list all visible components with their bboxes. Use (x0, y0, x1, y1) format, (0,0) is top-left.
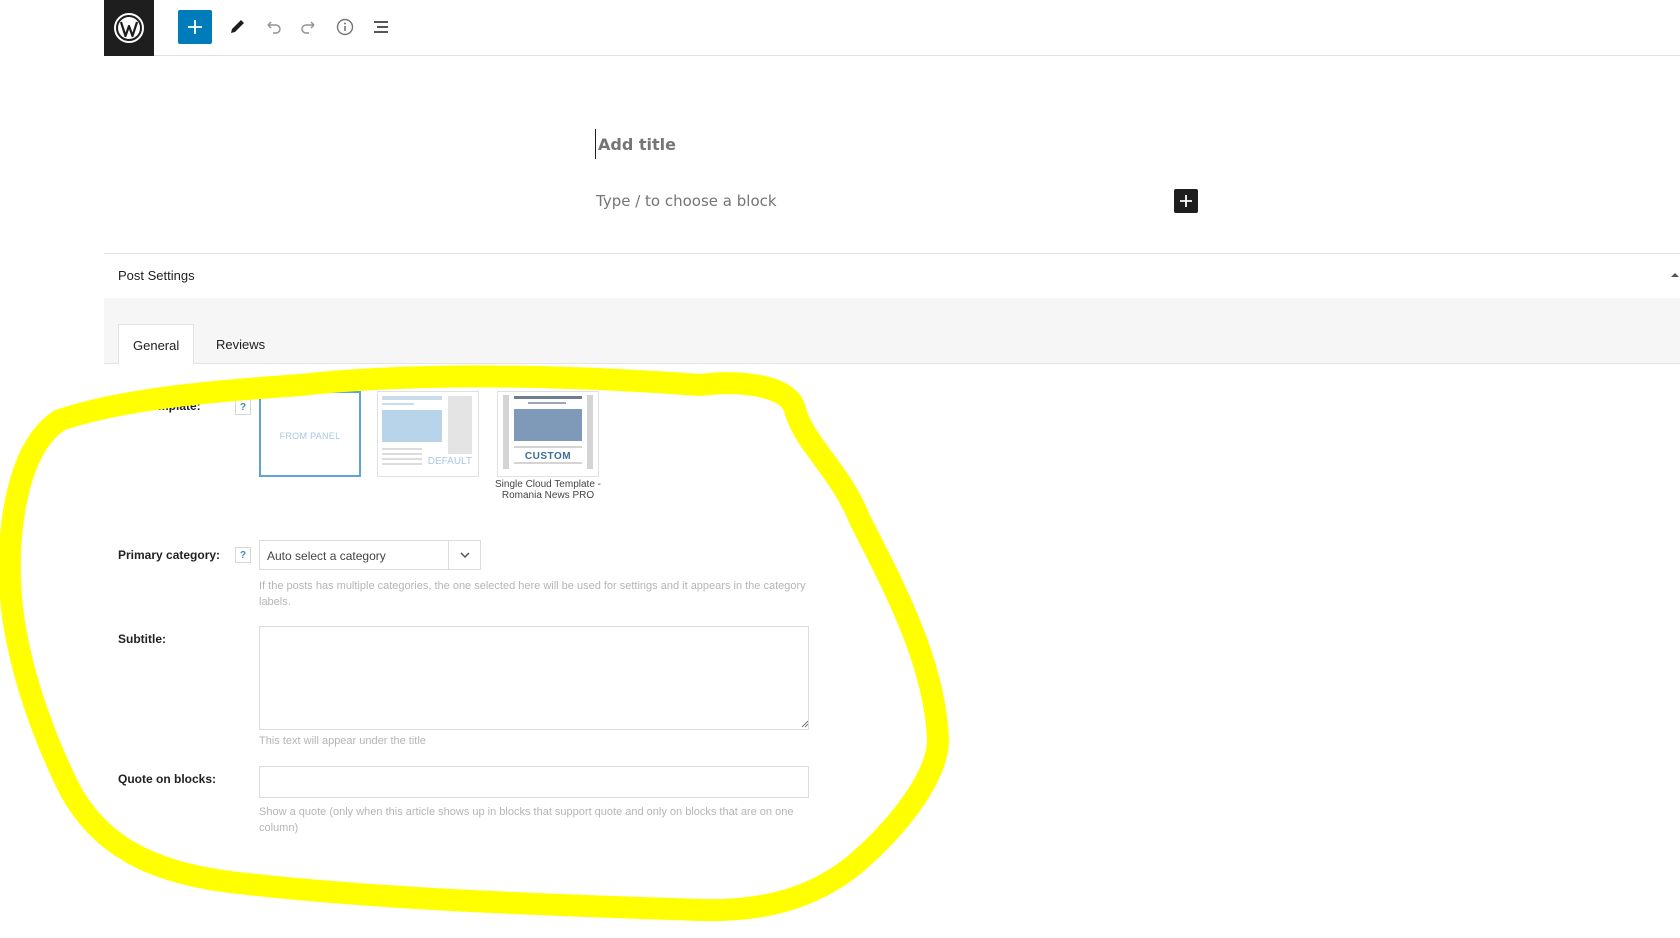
block-inserter-button[interactable] (1174, 189, 1198, 213)
custom-template-caption: Single Cloud Template - Romania News PRO (495, 479, 601, 501)
tab-reviews[interactable]: Reviews (202, 324, 279, 365)
post-template-help-button[interactable]: ? (235, 399, 251, 415)
quote-on-blocks-hint: Show a quote (only when this article sho… (259, 806, 794, 834)
post-settings-metabox: Post Settings General Reviews Post templ… (104, 253, 1680, 938)
info-icon (336, 18, 354, 36)
redo-icon (301, 21, 315, 34)
svg-text:CUSTOM: CUSTOM (525, 451, 571, 462)
undo-icon (267, 21, 281, 34)
post-title-input[interactable] (595, 129, 1195, 159)
custom-template-thumbnail: CUSTOM (503, 395, 593, 469)
redo-button[interactable] (292, 10, 326, 44)
quote-on-blocks-input[interactable] (259, 766, 809, 798)
plus-icon (1180, 195, 1192, 207)
block-placeholder[interactable]: Type / to choose a block (596, 192, 777, 210)
wordpress-logo-icon[interactable] (104, 0, 154, 56)
details-button[interactable] (328, 10, 362, 44)
template-from-panel-option[interactable]: FROM PANEL (259, 391, 361, 477)
metabox-title: Post Settings (118, 268, 195, 283)
resize-grip-icon[interactable] (801, 720, 809, 728)
metabox-header[interactable]: Post Settings (104, 254, 1680, 298)
caret-up-icon[interactable] (1670, 270, 1680, 280)
plus-icon (188, 20, 202, 34)
list-view-button[interactable] (364, 10, 398, 44)
template-default-option[interactable]: DEFAULT (377, 391, 479, 477)
template-from-panel-label: FROM PANEL (279, 431, 341, 441)
list-view-icon (374, 21, 388, 33)
editor-toolbar (104, 0, 1680, 56)
editor-canvas: Type / to choose a block (104, 57, 1680, 253)
settings-tabs: General Reviews (104, 298, 1680, 365)
chevron-down-icon (448, 541, 480, 569)
subtitle-textarea[interactable] (259, 626, 809, 730)
left-margin (0, 0, 104, 938)
quote-on-blocks-label: Quote on blocks: (118, 772, 217, 786)
template-custom-option[interactable]: CUSTOM (497, 391, 599, 477)
tab-general[interactable]: General (118, 324, 195, 365)
primary-category-label: Primary category: (118, 548, 221, 562)
undo-button[interactable] (256, 10, 290, 44)
subtitle-label: Subtitle: (118, 632, 166, 646)
primary-category-help-button[interactable]: ? (235, 547, 251, 563)
post-template-label: Post template: (118, 399, 201, 413)
primary-category-select[interactable]: Auto select a category (259, 540, 481, 570)
primary-category-value: Auto select a category (267, 549, 386, 563)
subtitle-hint: This text will appear under the title (259, 735, 426, 747)
primary-category-hint: If the posts has multiple categories, th… (259, 580, 806, 608)
tools-button[interactable] (220, 10, 254, 44)
default-template-thumbnail: DEFAULT (382, 396, 472, 467)
svg-text:DEFAULT: DEFAULT (428, 456, 472, 467)
pencil-icon (231, 20, 244, 33)
add-block-button[interactable] (178, 10, 212, 44)
